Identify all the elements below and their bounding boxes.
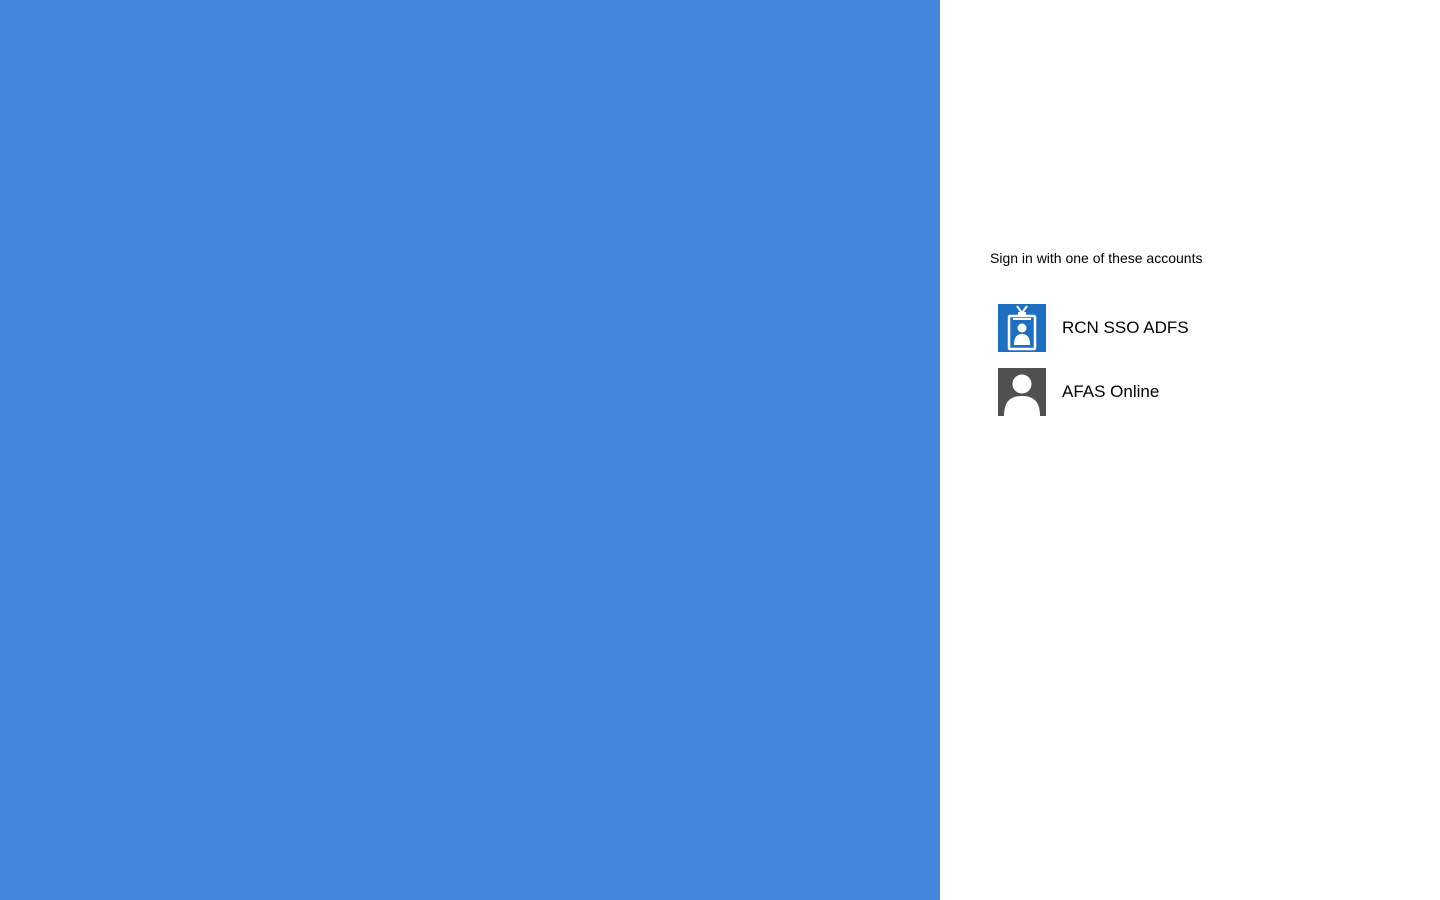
account-selection-prompt: Sign in with one of these accounts [990,250,1203,266]
account-label: AFAS Online [1062,382,1160,401]
account-option-afas-online[interactable]: AFAS Online [998,368,1378,416]
account-label: RCN SSO ADFS [1062,318,1189,337]
sign-in-panel: Sign in with one of these accounts RCN S… [940,0,1440,900]
sign-in-page: Sign in with one of these accounts RCN S… [0,0,1440,900]
account-list: RCN SSO ADFS AFAS Online [998,304,1378,432]
user-icon [998,368,1046,416]
background-illustration-panel [0,0,940,900]
account-option-rcn-sso-adfs[interactable]: RCN SSO ADFS [998,304,1378,352]
badge-icon [998,304,1046,352]
